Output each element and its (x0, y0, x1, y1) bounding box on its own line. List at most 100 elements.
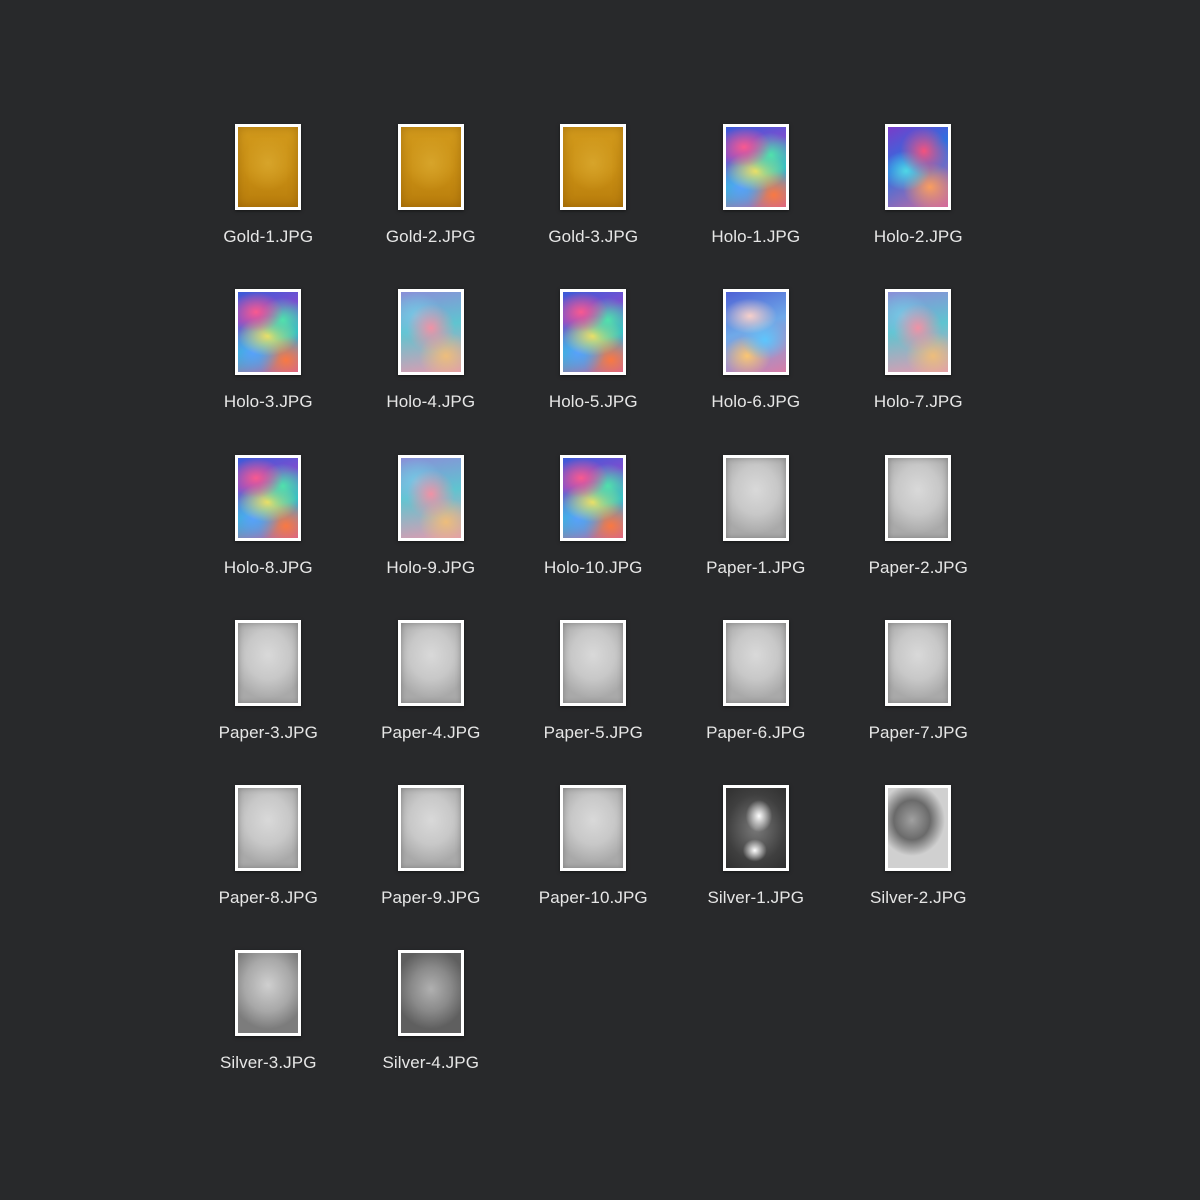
gold-texture-thumbnail-icon[interactable] (560, 124, 627, 210)
holo-texture-thumbnail-icon[interactable] (885, 124, 952, 210)
file-item[interactable]: Paper-1.JPG (675, 454, 838, 620)
file-name-label[interactable]: Holo-8.JPG (224, 558, 313, 578)
holo-texture-thumbnail-icon[interactable] (560, 454, 627, 541)
file-name-label[interactable]: Holo-9.JPG (386, 558, 475, 578)
thumbnail-image (725, 127, 786, 207)
gold-texture-thumbnail-icon[interactable] (397, 124, 464, 210)
gold-texture-thumbnail-icon[interactable] (235, 124, 302, 210)
paper-texture-thumbnail-icon[interactable] (235, 785, 302, 872)
file-item[interactable]: Gold-2.JPG (350, 124, 513, 289)
thumbnail-image (400, 622, 461, 703)
file-item[interactable]: Holo-10.JPG (512, 454, 675, 620)
file-name-label[interactable]: Holo-3.JPG (224, 392, 313, 412)
silver-texture-thumbnail-icon[interactable] (235, 950, 302, 1037)
paper-texture-thumbnail-icon[interactable] (885, 619, 952, 706)
file-name-label[interactable]: Holo-1.JPG (711, 227, 800, 247)
paper-texture-thumbnail-icon[interactable] (560, 619, 627, 706)
file-name-label[interactable]: Paper-2.JPG (869, 558, 968, 578)
file-item[interactable]: Holo-9.JPG (350, 454, 513, 620)
holo-texture-thumbnail-icon[interactable] (722, 124, 789, 210)
file-item[interactable]: Silver-2.JPG (837, 785, 1000, 950)
file-item[interactable]: Gold-3.JPG (512, 124, 675, 289)
file-item[interactable]: Silver-1.JPG (675, 785, 838, 950)
holo-texture-thumbnail-icon[interactable] (560, 289, 627, 376)
holo-texture-thumbnail-icon[interactable] (397, 454, 464, 541)
file-item[interactable]: Silver-3.JPG (187, 950, 350, 1115)
file-item[interactable]: Paper-7.JPG (837, 619, 1000, 785)
file-item[interactable]: Paper-5.JPG (512, 619, 675, 785)
holo-texture-thumbnail-icon[interactable] (885, 289, 952, 376)
file-item[interactable]: Paper-8.JPG (187, 785, 350, 950)
file-name-label[interactable]: Paper-9.JPG (381, 888, 480, 908)
paper-texture-thumbnail-icon[interactable] (885, 454, 952, 541)
file-name-label[interactable]: Paper-5.JPG (544, 723, 643, 743)
file-item[interactable]: Holo-6.JPG (675, 289, 838, 454)
file-item[interactable]: Paper-3.JPG (187, 619, 350, 785)
file-name-label[interactable]: Holo-2.JPG (874, 227, 963, 247)
file-item[interactable]: Holo-7.JPG (837, 289, 1000, 454)
thumbnail-image (725, 622, 786, 703)
paper-texture-thumbnail-icon[interactable] (397, 785, 464, 872)
thumbnail-image (238, 457, 299, 538)
file-item[interactable]: Paper-6.JPG (675, 619, 838, 785)
file-item[interactable]: Silver-4.JPG (350, 950, 513, 1115)
file-item[interactable]: Gold-1.JPG (187, 124, 350, 289)
file-name-label[interactable]: Paper-1.JPG (706, 558, 805, 578)
paper-texture-thumbnail-icon[interactable] (235, 619, 302, 706)
file-name-label[interactable]: Holo-10.JPG (544, 558, 642, 578)
thumbnail-image (888, 457, 949, 538)
file-item[interactable]: Paper-9.JPG (350, 785, 513, 950)
file-icon-grid: Gold-1.JPG Gold-2.JPG Gold-3.JPG Holo-1.JPG… (187, 124, 1000, 1116)
thumbnail-image (888, 622, 949, 703)
file-name-label[interactable]: Holo-5.JPG (549, 392, 638, 412)
holo-texture-thumbnail-icon[interactable] (397, 289, 464, 376)
file-name-label[interactable]: Gold-2.JPG (386, 227, 476, 247)
file-item[interactable]: Paper-2.JPG (837, 454, 1000, 620)
file-name-label[interactable]: Paper-7.JPG (869, 723, 968, 743)
file-name-label[interactable]: Paper-8.JPG (219, 888, 318, 908)
thumbnail-image (563, 788, 624, 869)
silver-texture-thumbnail-icon[interactable] (722, 785, 789, 872)
file-item[interactable]: Holo-2.JPG (837, 124, 1000, 289)
thumbnail-image (888, 788, 949, 869)
file-name-label[interactable]: Silver-1.JPG (707, 888, 804, 908)
file-name-label[interactable]: Gold-3.JPG (548, 227, 638, 247)
file-item[interactable]: Paper-10.JPG (512, 785, 675, 950)
file-name-label[interactable]: Holo-7.JPG (874, 392, 963, 412)
file-name-label[interactable]: Silver-2.JPG (870, 888, 967, 908)
thumbnail-image (563, 292, 624, 373)
holo-texture-thumbnail-icon[interactable] (235, 454, 302, 541)
holo-texture-thumbnail-icon[interactable] (722, 289, 789, 376)
file-name-label[interactable]: Silver-4.JPG (382, 1053, 479, 1073)
file-item[interactable]: Holo-3.JPG (187, 289, 350, 454)
file-item[interactable]: Paper-4.JPG (350, 619, 513, 785)
thumbnail-image (238, 622, 299, 703)
thumbnail-image (400, 788, 461, 869)
file-item[interactable]: Holo-1.JPG (675, 124, 838, 289)
file-name-label[interactable]: Holo-4.JPG (386, 392, 475, 412)
file-name-label[interactable]: Gold-1.JPG (223, 227, 313, 247)
thumbnail-image (725, 292, 786, 373)
file-item[interactable]: Holo-4.JPG (350, 289, 513, 454)
holo-texture-thumbnail-icon[interactable] (235, 289, 302, 376)
file-name-label[interactable]: Silver-3.JPG (220, 1053, 317, 1073)
file-item[interactable]: Holo-8.JPG (187, 454, 350, 620)
silver-texture-thumbnail-icon[interactable] (885, 785, 952, 872)
thumbnail-image (888, 127, 949, 207)
file-name-label[interactable]: Paper-10.JPG (539, 888, 648, 908)
paper-texture-thumbnail-icon[interactable] (722, 454, 789, 541)
file-item[interactable]: Holo-5.JPG (512, 289, 675, 454)
paper-texture-thumbnail-icon[interactable] (397, 619, 464, 706)
silver-texture-thumbnail-icon[interactable] (397, 950, 464, 1037)
thumbnail-image (888, 292, 949, 373)
file-name-label[interactable]: Paper-6.JPG (706, 723, 805, 743)
thumbnail-image (238, 953, 299, 1034)
paper-texture-thumbnail-icon[interactable] (560, 785, 627, 872)
file-name-label[interactable]: Holo-6.JPG (711, 392, 800, 412)
thumbnail-image (725, 788, 786, 869)
thumbnail-image (238, 127, 299, 207)
file-name-label[interactable]: Paper-4.JPG (381, 723, 480, 743)
file-name-label[interactable]: Paper-3.JPG (219, 723, 318, 743)
thumbnail-image (563, 457, 624, 538)
paper-texture-thumbnail-icon[interactable] (722, 619, 789, 706)
